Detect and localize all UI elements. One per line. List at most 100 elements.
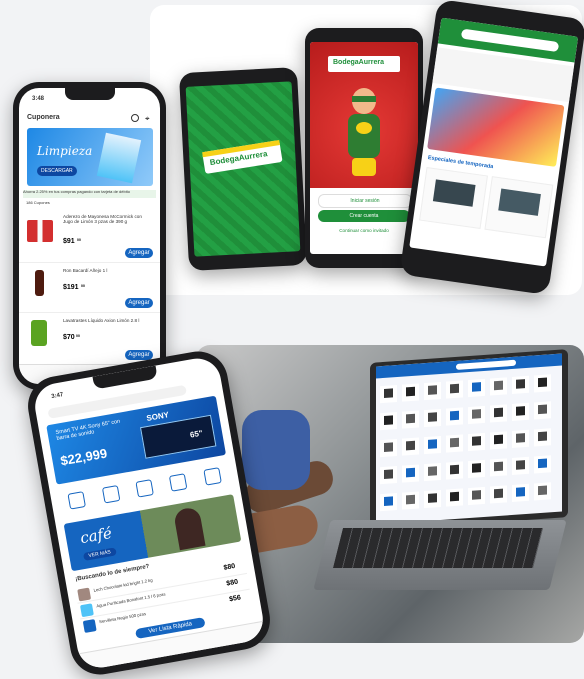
product-name: Lech Chocolate kid bright 1.2 kg (93, 577, 153, 593)
product-card[interactable] (484, 176, 554, 239)
laptop-product-tile[interactable] (468, 459, 485, 479)
add-button[interactable]: Agregar (125, 350, 153, 360)
laptop-product-tile[interactable] (446, 461, 463, 480)
product-name: Lavatrastes Líquido Axion Limón 2.8 l (63, 318, 140, 323)
page-title: Cuponera (27, 114, 60, 121)
laptop-product-tile[interactable] (534, 401, 551, 420)
laptop-product-tile[interactable] (490, 485, 507, 504)
laptop-product-tile[interactable] (468, 432, 485, 452)
laptop-product-tile[interactable] (446, 407, 463, 426)
create-account-button[interactable]: Crear cuenta (318, 210, 410, 222)
list-item: Aderezo de Mayonesa McCormick con Jugo d… (19, 210, 160, 263)
product-card[interactable] (419, 166, 488, 230)
ahorro-bar: Ahorra 2.25% en tus compras pagando con … (23, 190, 156, 198)
laptop-product-tile[interactable] (534, 482, 551, 501)
category-icon[interactable] (169, 473, 188, 492)
laptop-product-tile[interactable] (380, 439, 397, 458)
product-price: $56 (228, 594, 242, 604)
laptop-product-tile[interactable] (424, 435, 441, 455)
product-price-cents: 00 (77, 238, 81, 242)
login-button[interactable]: Iniciar sesión (318, 194, 412, 208)
phone-cuponera: 3:48 Cuponera ⌖ Limpieza DESCARGAR Ahorr… (13, 82, 166, 390)
logo-text: BodegaAurrera (333, 59, 384, 66)
product-image (79, 603, 94, 618)
laptop-product-tile[interactable] (512, 402, 529, 421)
product-price: $80 (223, 562, 236, 572)
cafe-button[interactable]: VER MÁS (82, 547, 117, 561)
product-price: $91 (63, 238, 75, 245)
list-item: Ron Bacardí Añejo 1 l $191 00 Agregar (19, 262, 160, 313)
laptop-product-tile[interactable] (380, 412, 397, 431)
coupon-count: 186 Cupones (26, 200, 50, 205)
product-image (31, 320, 47, 346)
laptop-product-tile[interactable] (512, 456, 529, 475)
laptop-product-tile[interactable] (490, 431, 507, 450)
laptop-product-tile[interactable] (534, 428, 551, 447)
laptop-product-tile[interactable] (534, 374, 551, 393)
product-price-cents: 00 (81, 284, 85, 288)
product-price-cents: 00 (76, 334, 80, 338)
laptop-product-tile[interactable] (468, 405, 485, 425)
laptop-product-tile[interactable] (402, 410, 419, 429)
banner-title: Limpieza (37, 144, 93, 158)
promo-banner[interactable] (427, 87, 565, 167)
laptop-product-tile[interactable] (402, 464, 419, 483)
guest-link[interactable]: Continuar como invitado (318, 228, 410, 233)
tv-title: Smart TV 4K Sony 65" con barra de sonido (55, 418, 121, 442)
tv-brand: SONY (145, 410, 170, 423)
category-icon[interactable] (203, 467, 222, 486)
laptop-product-tile[interactable] (424, 489, 441, 509)
product-image (27, 220, 53, 242)
laptop-product-tile[interactable] (424, 408, 441, 428)
banner-limpieza[interactable]: Limpieza DESCARGAR (27, 128, 153, 186)
laptop-product-tile[interactable] (402, 383, 419, 402)
laptop-product-tile[interactable] (424, 381, 441, 401)
product-price: $80 (225, 578, 239, 588)
laptop-product-tile[interactable] (380, 493, 397, 512)
laptop-screen (376, 353, 562, 525)
product-image (35, 270, 44, 296)
laptop-product-tile[interactable] (402, 437, 419, 456)
status-time: 3:48 (32, 96, 45, 102)
status-time: 3:47 (50, 392, 64, 401)
laptop-product-tile[interactable] (380, 466, 397, 485)
laptop-product-tile[interactable] (490, 377, 507, 396)
person-image (172, 506, 206, 551)
laptop-product-tile[interactable] (468, 486, 485, 506)
add-button[interactable]: Agregar (125, 248, 153, 258)
list-item: Lavatrastes Líquido Axion Limón 2.8 l $7… (19, 312, 160, 362)
laptop-product-tile[interactable] (490, 404, 507, 423)
laptop-product-tile[interactable] (468, 378, 485, 398)
laptop-product-tile[interactable] (534, 455, 551, 474)
bodega-logo: BodegaAurrera (328, 56, 400, 72)
laptop-product-tile[interactable] (424, 462, 441, 482)
banner-products (96, 132, 142, 184)
add-button[interactable]: Agregar (125, 298, 153, 308)
product-price: $191 (63, 284, 79, 291)
category-icon[interactable] (67, 491, 87, 510)
laptop-product-tile[interactable] (490, 458, 507, 477)
product-name: Aderezo de Mayonesa McCormick con Jugo d… (63, 214, 142, 225)
location-icon[interactable]: ⌖ (145, 114, 150, 124)
category-icon[interactable] (101, 485, 121, 504)
product-name: Ron Bacardí Añejo 1 l (63, 268, 108, 273)
banner-download-button[interactable]: DESCARGAR (37, 166, 77, 176)
laptop-product-tile[interactable] (446, 434, 463, 453)
phone-splash-green: BodegaAurrera (178, 67, 308, 271)
laptop-product-tile[interactable] (512, 375, 529, 394)
tv-price: $22,999 (59, 445, 109, 469)
product-price: $70 (63, 334, 75, 341)
laptop-product-tile[interactable] (380, 385, 397, 404)
laptop-product-tile[interactable] (446, 488, 463, 507)
cafe-title: café (78, 523, 114, 548)
laptop (312, 349, 582, 600)
laptop-product-tile[interactable] (402, 491, 419, 510)
laptop-product-tile[interactable] (512, 429, 529, 448)
person-sleeve (242, 410, 310, 490)
search-icon[interactable] (131, 114, 139, 122)
mascot-image (346, 88, 382, 184)
product-image (77, 587, 92, 602)
laptop-product-tile[interactable] (512, 483, 529, 502)
category-icon[interactable] (135, 479, 154, 498)
laptop-product-tile[interactable] (446, 380, 463, 399)
